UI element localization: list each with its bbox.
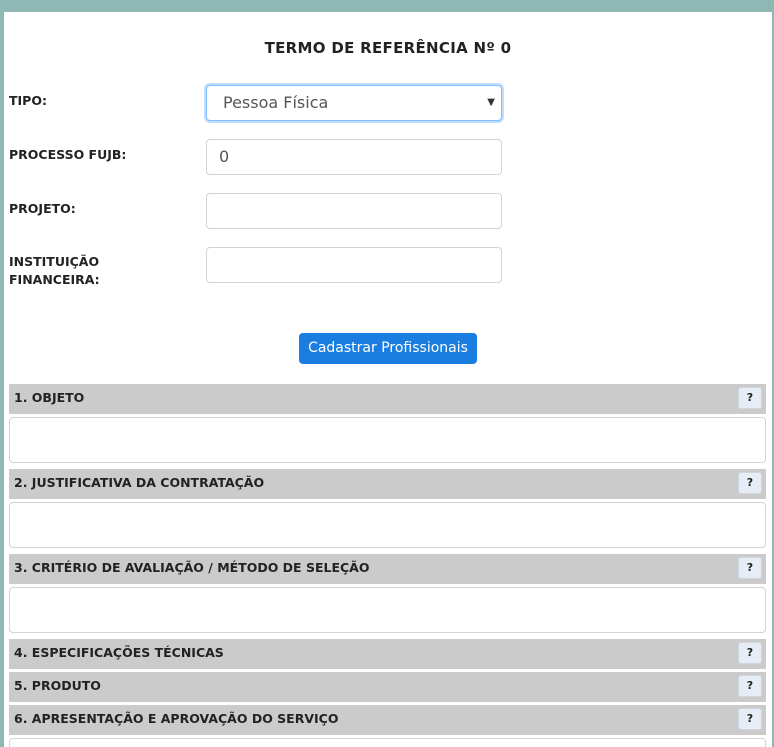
tipo-label: TIPO: [9,93,47,108]
tipo-select[interactable]: Pessoa Física ▼ [206,85,502,121]
section-title: 6. APRESENTAÇÃO E APROVAÇÃO DO SERVIÇO [14,711,339,726]
section-header-apresentacao: 6. APRESENTAÇÃO E APROVAÇÃO DO SERVIÇO ? [9,705,766,735]
criterio-textarea[interactable] [9,587,766,633]
section-title: 5. PRODUTO [14,678,101,693]
section-header-criterio: 3. CRITÉRIO DE AVALIAÇÃO / MÉTODO DE SEL… [9,554,766,584]
instituicao-label-line1: INSTITUIÇÃO [9,254,100,269]
help-button[interactable]: ? [738,557,762,579]
section-header-produto: 5. PRODUTO ? [9,672,766,702]
section-title: 4. ESPECIFICAÇÕES TÉCNICAS [14,645,224,660]
help-button[interactable]: ? [738,642,762,664]
cadastrar-profissionais-button[interactable]: Cadastrar Profissionais [299,333,477,364]
section-header-justificativa: 2. JUSTIFICATIVA DA CONTRATAÇÃO ? [9,469,766,499]
instituicao-label-line2: FINANCEIRA: [9,272,100,287]
justificativa-textarea[interactable] [9,502,766,548]
section-title: 3. CRITÉRIO DE AVALIAÇÃO / MÉTODO DE SEL… [14,560,370,575]
help-button[interactable]: ? [738,387,762,409]
projeto-label: PROJETO: [9,201,76,216]
section-title: 1. OBJETO [14,390,85,405]
instituicao-label: INSTITUIÇÃO FINANCEIRA: [9,253,100,289]
tipo-select-value: Pessoa Física [223,93,329,112]
chevron-down-icon: ▼ [487,97,495,108]
instituicao-input[interactable] [206,247,502,283]
section-header-especificacoes: 4. ESPECIFICAÇÕES TÉCNICAS ? [9,639,766,669]
objeto-textarea[interactable] [9,417,766,463]
section-header-objeto: 1. OBJETO ? [9,384,766,414]
top-bar [0,0,774,5]
processo-input[interactable]: 0 [206,139,502,175]
page-title: TERMO DE REFERÊNCIA Nº 0 [264,39,512,57]
help-button[interactable]: ? [738,675,762,697]
processo-label: PROCESSO FUJB: [9,147,127,162]
apresentacao-textarea[interactable] [9,738,766,747]
help-button[interactable]: ? [738,708,762,730]
projeto-input[interactable] [206,193,502,229]
section-title: 2. JUSTIFICATIVA DA CONTRATAÇÃO [14,475,265,490]
help-button[interactable]: ? [738,472,762,494]
form-panel: TERMO DE REFERÊNCIA Nº 0 TIPO: Pessoa Fí… [4,12,772,747]
